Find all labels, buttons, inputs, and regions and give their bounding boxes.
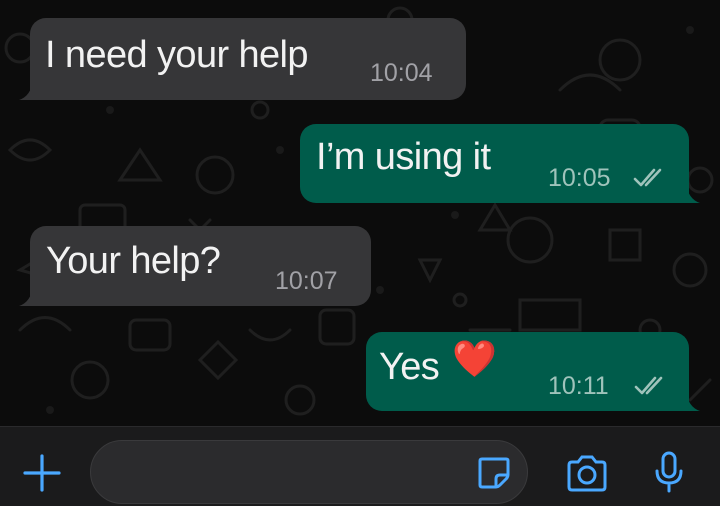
message-bubble-outgoing[interactable]: Yes ❤️ 10:11 [366,332,700,411]
bubble-tail [19,286,39,306]
message-text: Yes [379,346,440,388]
message-input-bar [0,426,720,506]
read-receipt-icon [633,168,662,187]
microphone-icon[interactable] [654,451,684,495]
bubble-tail [19,80,39,100]
message-bubble-incoming[interactable]: Your help? 10:07 [19,226,371,306]
message-input[interactable] [90,440,528,504]
message-text: Your help? [46,240,221,282]
plus-icon[interactable] [22,453,62,493]
message-text: I need your help [45,34,309,76]
message-time: 10:05 [548,164,611,192]
chat-area[interactable]: I need your help 10:04 I’m using it 10:0… [0,0,720,426]
sticker-icon[interactable] [476,455,512,491]
message-bubble-outgoing[interactable]: I’m using it 10:05 [300,124,700,203]
message-text: I’m using it [316,136,491,178]
bubble-tail [680,183,700,203]
message-bubble-incoming[interactable]: I need your help 10:04 [19,18,466,100]
camera-icon[interactable] [565,455,609,493]
read-receipt-icon [634,376,663,395]
heart-emoji: ❤️ [452,339,497,380]
message-time: 10:07 [275,267,338,295]
message-time: 10:04 [370,59,433,87]
message-time: 10:11 [548,372,609,400]
bubble-tail [680,391,700,411]
